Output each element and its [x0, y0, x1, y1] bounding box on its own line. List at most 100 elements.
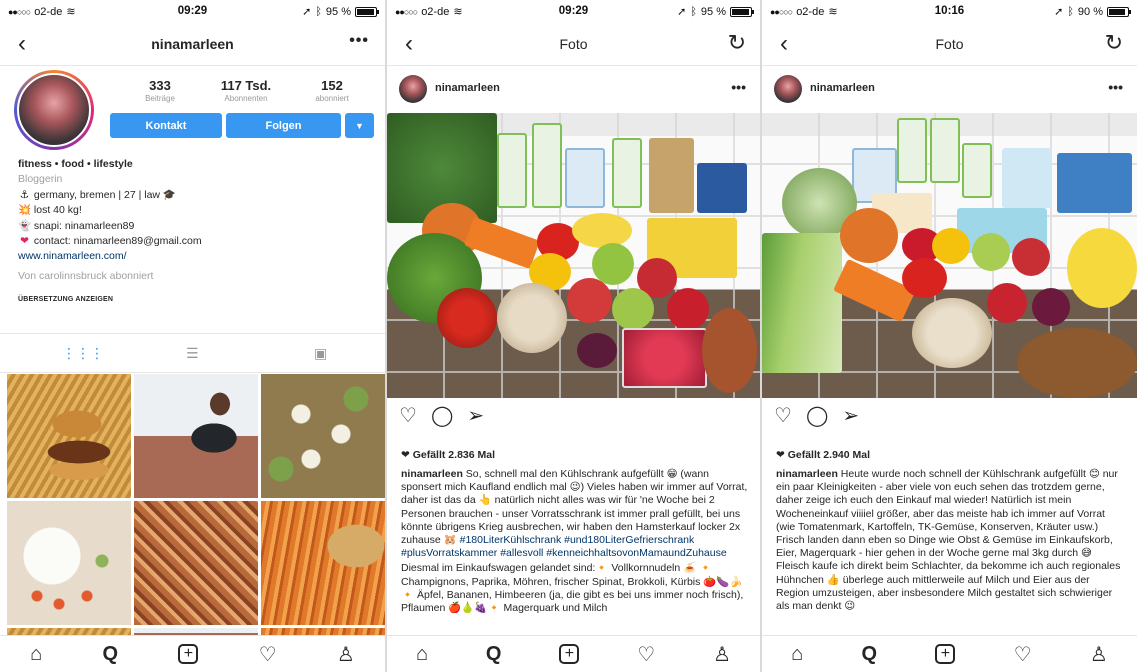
bluetooth-icon: ᛒ [1067, 5, 1074, 18]
profile-icon[interactable]: ♙ [337, 642, 355, 667]
contact-button[interactable]: Kontakt [110, 113, 222, 138]
status-bar: ●●○○○ o2-de ≋ 09:29 ➚ ᛒ 95 % [387, 0, 760, 22]
reload-icon[interactable]: ↻ [728, 30, 746, 56]
activity-icon[interactable]: ♡ [637, 642, 655, 667]
like-icon[interactable]: ♡ [399, 403, 417, 428]
add-post-icon[interactable]: + [935, 644, 956, 664]
mushrooms [912, 298, 992, 368]
home-icon[interactable]: ⌂ [791, 643, 803, 666]
comment-icon[interactable]: ◯ [431, 403, 453, 428]
home-icon[interactable]: ⌂ [416, 643, 428, 666]
green-apple [972, 233, 1010, 271]
profile-stats: 333 Beiträge 117 Tsd. Abonnenten 152 abo… [120, 78, 372, 103]
red-pepper [902, 258, 947, 298]
plums [1032, 288, 1070, 326]
bio-line: 💥 lost 40 kg! [18, 203, 378, 218]
add-post-icon[interactable]: + [559, 644, 580, 664]
yogurt-cup [930, 118, 960, 183]
bluetooth-icon: ᛒ [690, 5, 697, 18]
post-username[interactable]: ninamarleen [435, 82, 500, 94]
navigation-bar: ‹ ninamarleen ••• [0, 22, 385, 66]
post-options-icon[interactable]: ••• [731, 79, 746, 95]
caption-username[interactable]: ninamarleen [776, 468, 838, 480]
navigation-bar: ‹ Foto ↻ [387, 22, 760, 66]
kaffee-box [1057, 153, 1132, 213]
yogurt-cup [497, 133, 527, 208]
post-photo[interactable] [762, 113, 1137, 398]
stat-followers[interactable]: 117 Tsd. Abonnenten [206, 78, 286, 103]
post-options-icon[interactable]: ••• [1108, 79, 1123, 95]
list-view-icon[interactable]: ☰ [186, 345, 199, 362]
grid-photo-chips[interactable] [134, 501, 258, 625]
post-actions: ♡ ◯ ➢ [774, 403, 859, 428]
caption-more: Diesmal im Einkaufswagen gelandet sind:🔸… [401, 562, 744, 615]
post-avatar[interactable] [399, 75, 427, 103]
share-icon[interactable]: ➢ [467, 403, 484, 428]
search-icon[interactable]: Q [103, 643, 119, 666]
add-post-icon[interactable]: + [178, 644, 199, 664]
bio-snapchat: snapi: ninamarleen89 [33, 219, 135, 232]
suggestions-dropdown-button[interactable]: ▼ [345, 113, 374, 138]
like-count-text: Gefällt 2.940 Mal [787, 449, 871, 461]
green-apple [592, 243, 634, 285]
profile-icon[interactable]: ♙ [1090, 642, 1108, 667]
stat-following-count: 152 [321, 78, 343, 93]
profile-bio: fitness • food • lifestyle Bloggerin ⚓ g… [18, 157, 378, 308]
tagged-photos-icon[interactable]: ▣ [314, 345, 327, 362]
grid-photo-salad[interactable] [261, 374, 385, 498]
green-apple [612, 288, 654, 330]
sparkle-icon: 💥 [18, 204, 32, 217]
bio-contact: contact: ninamarleen89@gmail.com [33, 235, 202, 248]
yogurt-cup [532, 123, 562, 208]
search-icon[interactable]: Q [486, 643, 502, 666]
stat-followers-label: Abonnenten [224, 94, 268, 103]
followed-by[interactable]: Von carolinnsbruck abonniert [18, 269, 378, 284]
stat-followers-count: 117 Tsd. [220, 78, 272, 93]
more-options-icon[interactable]: ••• [349, 32, 369, 50]
profile-avatar[interactable] [14, 70, 94, 150]
stat-following-label: abonniert [315, 94, 349, 103]
red-apple [1012, 238, 1050, 276]
like-count[interactable]: ❤ Gefällt 2.940 Mal [776, 449, 870, 461]
battery-icon [355, 6, 379, 17]
bananas [1067, 228, 1137, 308]
like-count[interactable]: ❤ Gefällt 2.836 Mal [401, 449, 495, 461]
apple [667, 288, 709, 330]
caption-username[interactable]: ninamarleen [401, 468, 463, 480]
stat-posts[interactable]: 333 Beiträge [120, 78, 200, 103]
bio-website-link[interactable]: www.ninamarleen.com/ [18, 249, 378, 264]
bottom-tab-bar: ⌂ Q + ♡ ♙ [0, 635, 385, 672]
bottom-tab-bar: ⌂ Q + ♡ ♙ [762, 635, 1137, 672]
small-heart-icon: ❤ [401, 449, 413, 461]
milk-pack [565, 148, 605, 208]
grid-photo-person[interactable] [134, 374, 258, 498]
profile-icon[interactable]: ♙ [713, 642, 731, 667]
like-icon[interactable]: ♡ [774, 403, 792, 428]
leek [762, 233, 842, 373]
grid-view-icon[interactable]: ⋮⋮⋮ [62, 345, 104, 362]
search-icon[interactable]: Q [862, 643, 878, 666]
bio-line: 👻 snapi: ninamarleen89 [18, 219, 378, 234]
grid-photo-rice[interactable] [7, 501, 131, 625]
post-caption: ninamarleen Heute wurde noch schnell der… [776, 468, 1125, 613]
avatar-image [17, 73, 91, 147]
quark-pack [1002, 148, 1052, 208]
follow-button[interactable]: Folgen [226, 113, 341, 138]
post-avatar[interactable] [774, 75, 802, 103]
post-username[interactable]: ninamarleen [810, 82, 875, 94]
translate-button[interactable]: ÜBERSETZUNG ANZEIGEN [18, 292, 378, 307]
raspberries [622, 328, 707, 388]
comment-icon[interactable]: ◯ [806, 403, 828, 428]
activity-icon[interactable]: ♡ [259, 642, 277, 667]
grid-photo-fries[interactable] [261, 501, 385, 625]
activity-icon[interactable]: ♡ [1014, 642, 1032, 667]
share-icon[interactable]: ➢ [842, 403, 859, 428]
like-count-text: Gefällt 2.836 Mal [412, 449, 496, 461]
stat-following[interactable]: 152 abonniert [292, 78, 372, 103]
post-photo[interactable] [387, 113, 760, 398]
status-bar: ●●○○○ o2-de ≋ 10:16 ➚ ᛒ 90 % [762, 0, 1137, 22]
post-actions: ♡ ◯ ➢ [399, 403, 484, 428]
grid-photo-burger[interactable] [7, 374, 131, 498]
home-icon[interactable]: ⌂ [30, 643, 42, 666]
reload-icon[interactable]: ↻ [1105, 30, 1123, 56]
